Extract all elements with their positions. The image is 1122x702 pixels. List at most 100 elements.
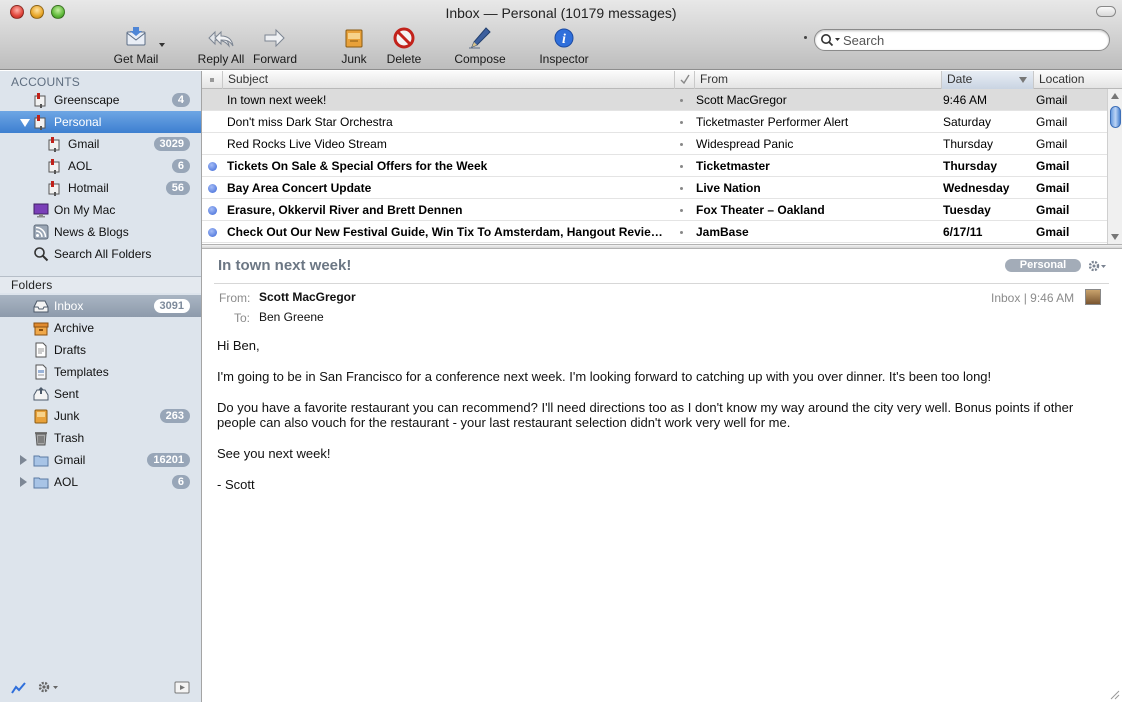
junk-box-icon xyxy=(34,409,48,424)
sidebar-folder-trash[interactable]: Trash xyxy=(0,427,201,449)
search-input[interactable] xyxy=(843,32,1098,48)
scroll-up-arrow-icon[interactable] xyxy=(1111,93,1119,99)
body-paragraph: Hi Ben, xyxy=(217,338,260,353)
sidebar-folder-aol[interactable]: AOL 6 xyxy=(0,471,201,493)
message-sender: Scott MacGregor xyxy=(696,93,787,107)
sidebar-folder-sent[interactable]: Sent xyxy=(0,383,201,405)
message-date: Tuesday xyxy=(943,203,991,217)
message-location: Gmail xyxy=(1036,159,1070,173)
status-dot-icon xyxy=(210,78,214,82)
disclosure-triangle-closed-icon[interactable] xyxy=(20,455,27,465)
sidebar-folder-junk[interactable]: Junk 263 xyxy=(0,405,201,427)
sidebar-account-gmail[interactable]: Gmail 3029 xyxy=(0,133,201,155)
delete-button[interactable]: Delete xyxy=(384,26,424,66)
separator-dot xyxy=(680,231,683,234)
sidebar-folder-archive[interactable]: Archive xyxy=(0,317,201,339)
column-location[interactable]: Location xyxy=(1033,71,1122,89)
checkmark-icon xyxy=(680,74,690,85)
message-row[interactable]: Red Rocks Live Video Stream Widespread P… xyxy=(202,133,1107,155)
sidebar-folder-templates[interactable]: Templates xyxy=(0,361,201,383)
get-mail-button[interactable]: Get Mail xyxy=(112,26,160,66)
mailbox-icon xyxy=(48,137,60,152)
column-subject[interactable]: Subject xyxy=(222,71,674,89)
get-mail-menu-chevron-icon[interactable] xyxy=(158,42,166,48)
category-badge[interactable]: Personal xyxy=(1005,259,1081,272)
trash-can-icon xyxy=(35,432,47,446)
sidebar-folder-inbox[interactable]: Inbox 3091 xyxy=(0,295,201,317)
message-sender: Live Nation xyxy=(696,181,761,195)
unread-dot-icon[interactable] xyxy=(208,228,217,237)
reply-all-button[interactable]: Reply All xyxy=(196,26,246,66)
column-from[interactable]: From xyxy=(694,71,941,89)
toggle-preview-icon[interactable] xyxy=(174,681,190,694)
toolbar-separator-dot xyxy=(804,36,807,39)
folders-header: Folders xyxy=(11,278,53,292)
folder-icon xyxy=(33,455,49,467)
body-paragraph: - Scott xyxy=(217,477,255,492)
sidebar: ACCOUNTS Greenscape 4 Personal Gmail 302… xyxy=(0,71,202,702)
sidebar-account-aol[interactable]: AOL 6 xyxy=(0,155,201,177)
sidebar-search-all-folders[interactable]: Search All Folders xyxy=(0,243,201,265)
message-list-scrollbar[interactable] xyxy=(1107,89,1122,244)
column-date[interactable]: Date xyxy=(941,71,1033,89)
sidebar-on-my-mac[interactable]: On My Mac xyxy=(0,199,201,221)
sidebar-folder-drafts[interactable]: Drafts xyxy=(0,339,201,361)
compose-button[interactable]: Compose xyxy=(452,26,508,66)
reply-all-icon xyxy=(208,30,234,48)
to-recipient[interactable]: Ben Greene xyxy=(259,310,324,324)
search-field[interactable] xyxy=(814,29,1110,51)
message-location: Gmail xyxy=(1036,115,1068,129)
unread-dot-icon[interactable] xyxy=(208,206,217,215)
forward-button[interactable]: Forward xyxy=(252,26,298,66)
mailbox-icon xyxy=(48,181,60,196)
message-body: Hi Ben, I'm going to be in San Francisco… xyxy=(217,338,1112,508)
sidebar-account-personal[interactable]: Personal xyxy=(0,111,201,133)
message-actions-gear-icon[interactable] xyxy=(1087,258,1107,274)
sender-avatar xyxy=(1085,289,1101,305)
message-location: Gmail xyxy=(1036,137,1068,151)
sidebar-account-greenscape[interactable]: Greenscape 4 xyxy=(0,89,201,111)
message-row[interactable]: Don't miss Dark Star Orchestra Ticketmas… xyxy=(202,111,1107,133)
sidebar-folder-gmail[interactable]: Gmail 16201 xyxy=(0,449,201,471)
message-date: Wednesday xyxy=(943,181,1010,195)
window-resize-grip-icon[interactable] xyxy=(1108,688,1120,700)
gear-icon[interactable] xyxy=(37,680,59,694)
toolbar-toggle-button[interactable] xyxy=(1096,6,1116,17)
message-row[interactable]: Check Out Our New Festival Guide, Win Ti… xyxy=(202,221,1107,243)
scrollbar-thumb[interactable] xyxy=(1110,106,1121,128)
sidebar-account-hotmail[interactable]: Hotmail 56 xyxy=(0,177,201,199)
inspector-button[interactable]: i Inspector xyxy=(536,26,592,66)
message-sender: Ticketmaster xyxy=(696,159,770,173)
from-sender[interactable]: Scott MacGregor xyxy=(259,290,356,304)
disclosure-triangle-open-icon[interactable] xyxy=(20,119,30,127)
message-date: 9:46 AM xyxy=(943,93,988,107)
unread-count-badge: 16201 xyxy=(147,453,190,467)
unread-dot-icon[interactable] xyxy=(208,184,217,193)
message-row[interactable]: In town next week! Scott MacGregor 9:46 … xyxy=(202,89,1107,111)
message-sender: JamBase xyxy=(696,225,749,239)
message-row[interactable]: Tickets On Sale & Special Offers for the… xyxy=(202,155,1107,177)
junk-button[interactable]: Junk xyxy=(336,26,372,66)
column-flag[interactable] xyxy=(674,71,694,89)
activity-icon[interactable] xyxy=(11,681,27,695)
column-status[interactable] xyxy=(202,71,222,89)
unread-count-badge: 56 xyxy=(165,181,190,195)
message-row[interactable]: Bay Area Concert Update Live Nation Wedn… xyxy=(202,177,1107,199)
separator-dot xyxy=(680,187,683,190)
unread-count-badge: 6 xyxy=(171,159,190,173)
search-icon[interactable] xyxy=(820,33,842,47)
message-subject: Tickets On Sale & Special Offers for the… xyxy=(227,159,488,173)
computer-monitor-icon xyxy=(33,203,49,218)
draft-document-icon xyxy=(35,342,47,358)
scroll-down-arrow-icon[interactable] xyxy=(1111,234,1119,240)
sidebar-news-blogs[interactable]: News & Blogs xyxy=(0,221,201,243)
message-row[interactable]: Erasure, Okkervil River and Brett Dennen… xyxy=(202,199,1107,221)
disclosure-triangle-closed-icon[interactable] xyxy=(20,477,27,487)
mailbox-icon xyxy=(34,93,46,108)
mailbox-icon xyxy=(34,115,46,130)
unread-count-badge: 4 xyxy=(171,93,190,107)
message-list-header: Subject From Date Location xyxy=(202,71,1122,89)
separator-dot xyxy=(680,121,683,124)
unread-dot-icon[interactable] xyxy=(208,162,217,171)
preview-subject: In town next week! xyxy=(218,257,352,274)
